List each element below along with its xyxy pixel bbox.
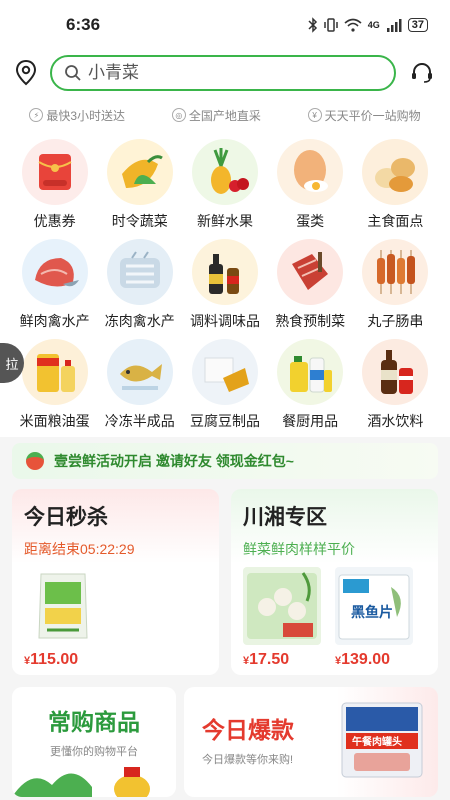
network-label: 4G [367,20,380,30]
promo-section: 今日秒杀 距离结束05:22:29 ¥115.00 川湘专区 鲜菜鲜肉样样平价 … [0,485,450,675]
rice-bag-image [24,567,102,645]
produce-image [12,767,150,797]
tofu-icon [191,339,258,405]
feature-direct-sourcing: ◎ 全国产地直采 [171,107,261,124]
location-pin-icon[interactable] [14,59,38,87]
feature-label: 天天平价一站购物 [324,108,421,123]
header [0,50,450,95]
category-label: 餐厨用品 [282,413,339,429]
feature-label: 全国产地直采 [188,108,261,123]
category-label: 新鲜水果 [196,213,253,229]
product-price: ¥17.50 [243,651,290,668]
flash-sale-card[interactable]: 今日秒杀 距离结束05:22:29 ¥115.00 [12,489,219,675]
detergent-icon [277,339,344,405]
feature-fast-delivery: ⚡ 最快3小时送达 [29,107,125,124]
yen-icon: ¥ [307,108,322,122]
category-label: 丸子肠串 [367,313,424,329]
category-label: 酒水饮料 [367,413,424,429]
category-eggs[interactable]: 蛋类 [268,139,353,231]
product-price: ¥115.00 [24,651,79,668]
bottom-cards: 常购商品 更懂你的购物平台 今日爆款 今日爆款等你来购! 午餐肉罐头 [0,675,450,797]
coupon-icon [21,139,88,205]
category-label: 时令蔬菜 [111,213,168,229]
frequent-title: 常购商品 [48,709,140,735]
meatball-pack-image [243,567,321,645]
region-title: 川湘专区 [243,506,327,529]
category-vegetables[interactable]: 时令蔬菜 [97,139,182,231]
search-icon [65,64,81,81]
category-label: 蛋类 [296,213,325,229]
sichuan-hunan-card[interactable]: 川湘专区 鲜菜鲜肉样样平价 ¥17.50 黑鱼片 ¥139.00 [231,489,438,675]
category-drinks[interactable]: 酒水饮料 [353,339,438,431]
region-subtitle: 鲜菜鲜肉样样平价 [243,541,355,557]
category-label: 调料调味品 [189,313,260,329]
globe-icon: ◎ [171,108,186,122]
flash-sale-countdown: 距离结束05:22:29 [24,541,135,557]
bun-icon [362,139,429,205]
customer-service-icon[interactable] [408,59,436,87]
feature-low-price: ¥ 天天平价一站购物 [307,107,421,124]
category-grid: 拉 优惠券 时令蔬菜 新鲜水果 蛋类 主食面点 鲜肉禽水产 冻肉禽水产 调料调味… [0,135,450,437]
category-frozen-prepared[interactable]: 冷冻半成品 [97,339,182,431]
frozen-fish-icon [106,339,173,405]
region-product[interactable]: ¥17.50 [243,567,321,669]
flash-sale-product[interactable]: ¥115.00 [24,567,102,669]
category-label: 熟食预制菜 [275,313,346,329]
egg-icon [277,139,344,205]
beer-icon [362,339,429,405]
fish-slice-pack-image: 黑鱼片 [335,567,413,645]
cooked-food-icon [277,239,344,305]
feature-label: 最快3小时送达 [46,108,126,123]
vibrate-icon [323,18,338,32]
category-label: 冷冻半成品 [104,413,175,429]
category-label: 优惠券 [33,213,76,229]
battery-indicator: 37 [407,18,428,32]
category-fruits[interactable]: 新鲜水果 [182,139,267,231]
activity-banner[interactable]: 壹尝鲜活动开启 邀请好友 领现金红包~ [12,443,438,479]
category-meatball-skewers[interactable]: 丸子肠串 [353,239,438,331]
fruit-icon [191,139,258,205]
package-text: 黑鱼片 [351,604,393,621]
oil-icon [21,339,88,405]
sauce-icon [191,239,258,305]
frequent-purchases-card[interactable]: 常购商品 更懂你的购物平台 [12,687,176,797]
status-time: 6:36 [66,15,101,34]
search-box[interactable] [50,54,396,91]
flash-sale-title: 今日秒杀 [24,506,108,529]
vegetable-icon [106,139,173,205]
search-input[interactable] [88,62,382,83]
skewer-icon [362,239,429,305]
lightning-icon: ⚡ [29,108,44,122]
signal-icon [386,19,402,32]
category-kitchen-supplies[interactable]: 餐厨用品 [268,339,353,431]
feature-strip: ⚡ 最快3小时送达 ◎ 全国产地直采 ¥ 天天平价一站购物 [0,95,450,135]
status-icons: 4G 37 [308,17,428,33]
category-label: 鲜肉禽水产 [19,313,90,329]
category-label: 主食面点 [367,213,424,229]
wifi-icon [344,18,362,32]
category-frozen-meat[interactable]: 冻肉禽水产 [97,239,182,331]
frozen-meat-icon [106,239,173,305]
category-tofu[interactable]: 豆腐豆制品 [182,339,267,431]
category-label: 冻肉禽水产 [104,313,175,329]
category-label: 米面粮油蛋 [19,413,90,429]
category-staples[interactable]: 主食面点 [353,139,438,231]
category-grain-oil[interactable]: 米面粮油蛋 [12,339,97,431]
region-product[interactable]: 黑鱼片 ¥139.00 [335,567,413,669]
product-price: ¥139.00 [335,651,391,668]
category-fresh-meat[interactable]: 鲜肉禽水产 [12,239,97,331]
category-seasoning[interactable]: 调料调味品 [182,239,267,331]
category-label: 豆腐豆制品 [189,413,260,429]
status-bar: 6:36 4G 37 [0,0,450,50]
hot-deals-card[interactable]: 今日爆款 今日爆款等你来购! 午餐肉罐头 [184,687,438,797]
luncheon-meat-can-image: 午餐肉罐头 [341,702,423,778]
category-coupon[interactable]: 优惠券 [12,139,97,231]
meat-icon [21,239,88,305]
category-cooked-food[interactable]: 熟食预制菜 [268,239,353,331]
package-text: 午餐肉罐头 [352,735,402,748]
banner-text: 壹尝鲜活动开启 邀请好友 领现金红包~ [54,453,294,469]
watermelon-icon [26,452,44,470]
bluetooth-icon [308,17,317,33]
